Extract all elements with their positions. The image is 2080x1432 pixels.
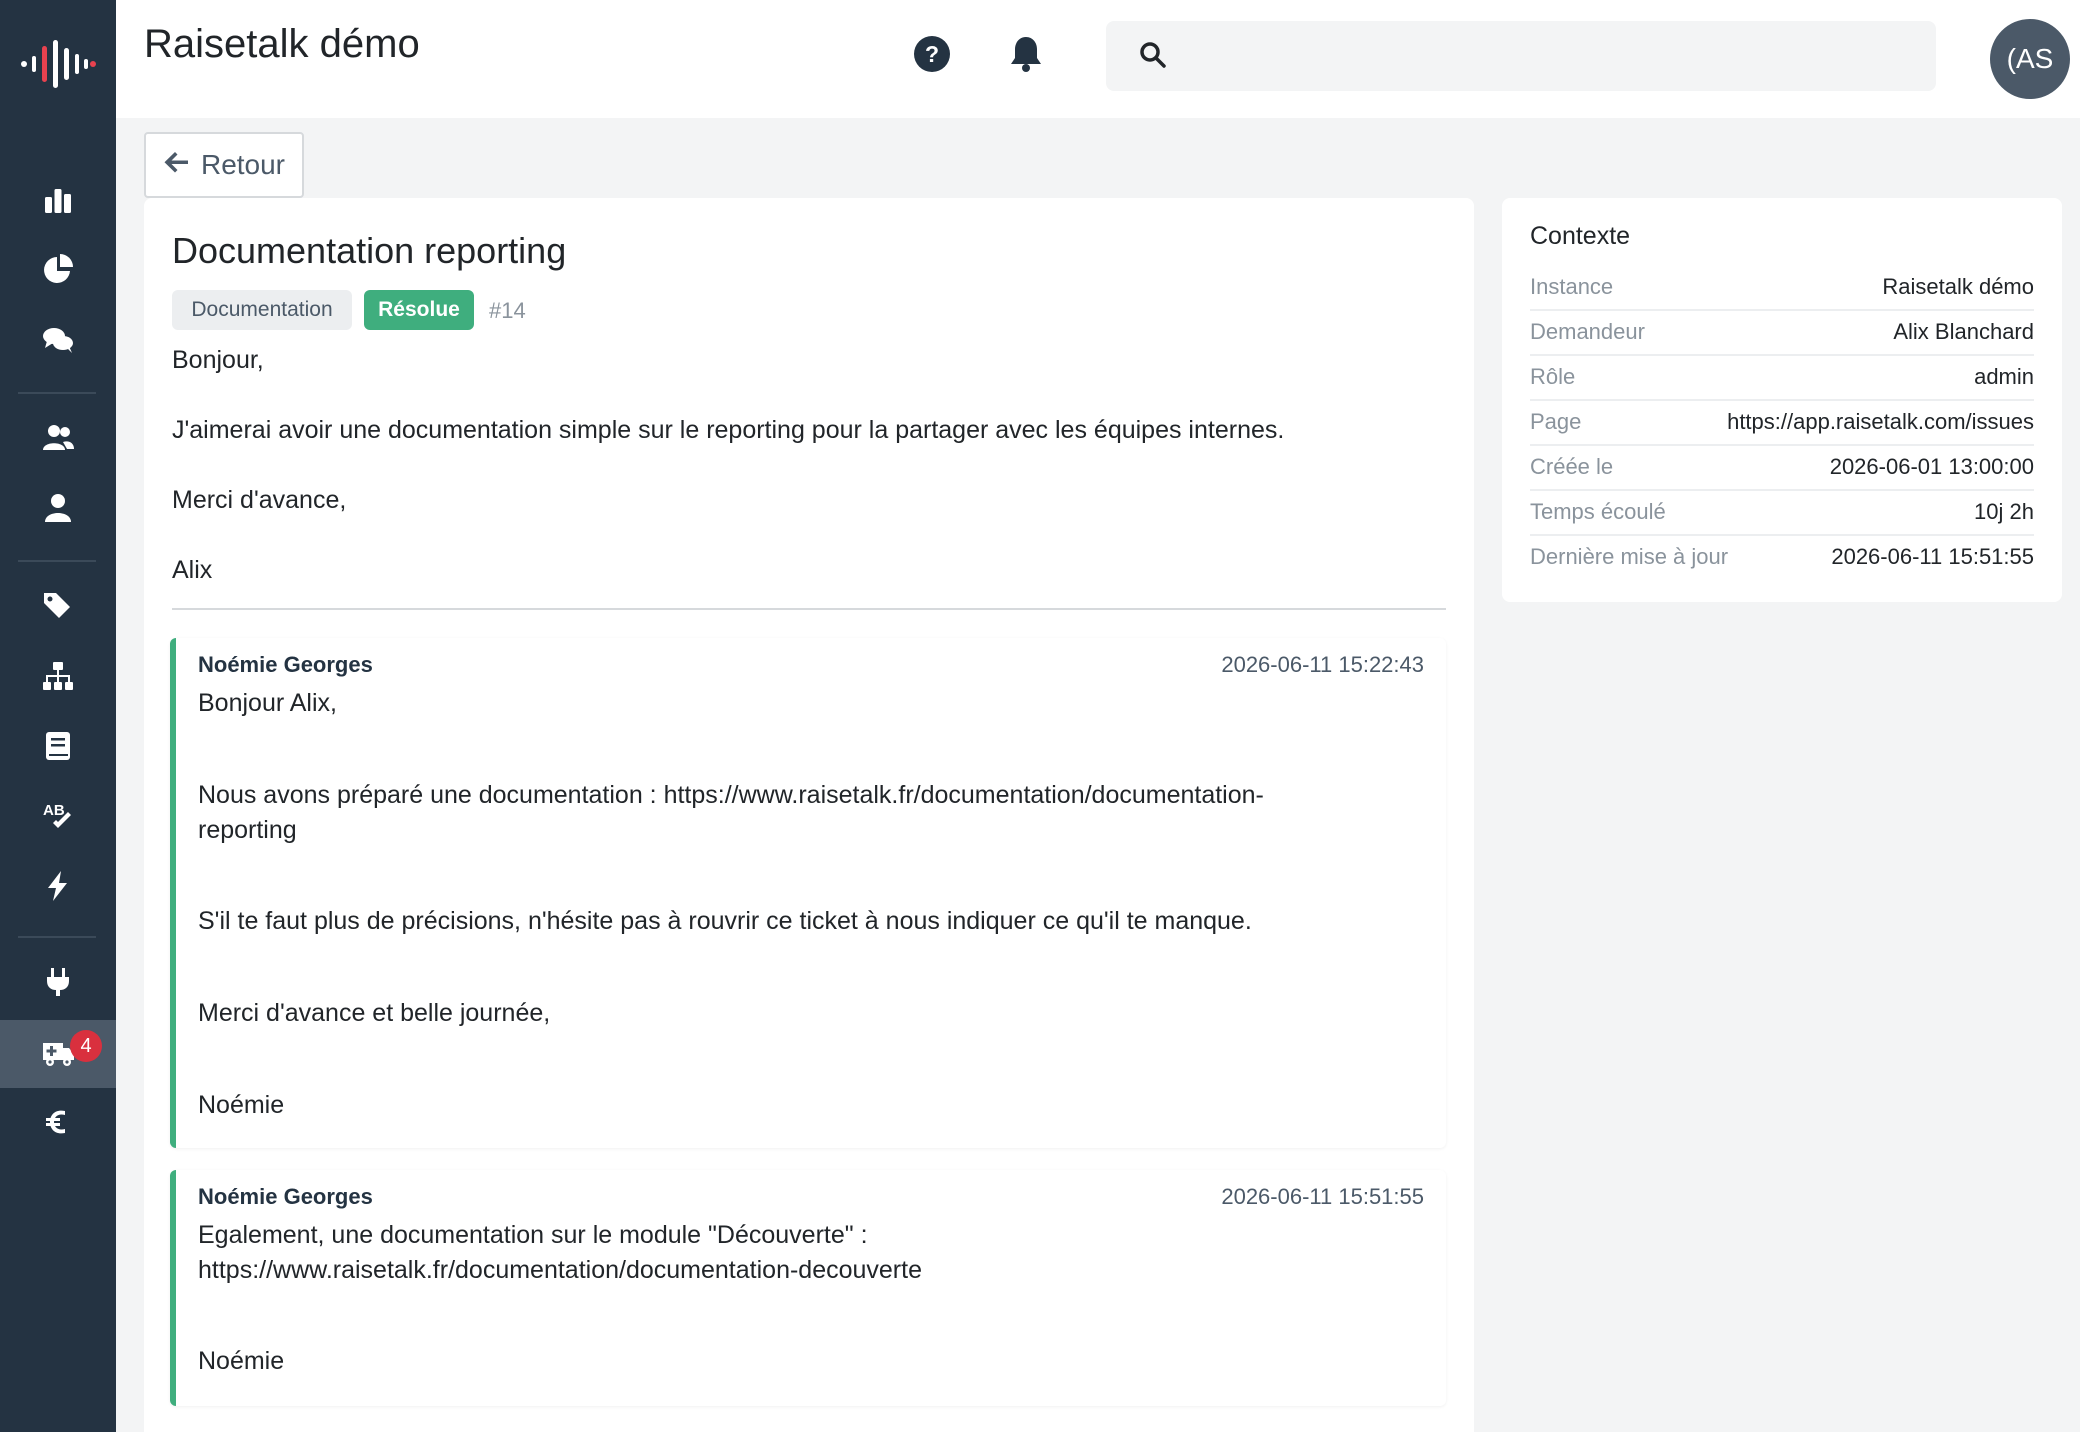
sidebar-item-knowledge[interactable]	[0, 714, 116, 782]
context-row-page: Page https://app.raisetalk.com/issues	[1530, 401, 2034, 446]
search-icon	[1138, 40, 1168, 70]
comments-icon	[41, 323, 75, 362]
reply-line: Noémie	[198, 1091, 285, 1119]
category-tag: Documentation	[172, 290, 352, 330]
reply-message: Noémie Georges 2026-06-11 15:51:55 Egale…	[170, 1170, 1446, 1406]
reply-author: Noémie Georges	[198, 652, 373, 677]
context-value: 2026-06-11 15:51:55	[1831, 544, 2034, 569]
context-value: 2026-06-01 13:00:00	[1829, 454, 2034, 479]
raisetalk-logo-icon[interactable]	[0, 30, 116, 98]
context-value: admin	[1974, 364, 2034, 389]
context-label: Rôle	[1530, 364, 1576, 389]
divider	[172, 608, 1446, 610]
context-value: 10j 2h	[1974, 499, 2034, 524]
issue-body-line: J'aimerai avoir une documentation simple…	[172, 416, 1285, 444]
issue-number: #14	[489, 298, 526, 323]
context-value: Alix Blanchard	[1893, 319, 2034, 344]
search-input[interactable]	[1178, 30, 1918, 80]
spell-check-icon: AB	[41, 799, 75, 838]
context-row-elapsed: Temps écoulé 10j 2h	[1530, 491, 2034, 536]
sidebar-item-analytics[interactable]	[0, 238, 116, 306]
pie-chart-icon	[41, 253, 75, 292]
reply-line: reporting	[198, 816, 297, 844]
sidebar-item-spellcheck[interactable]: AB	[0, 784, 116, 852]
context-panel: Contexte Instance Raisetalk démo Demande…	[1502, 198, 2062, 602]
reply-line: Merci d'avance et belle journée,	[198, 999, 551, 1027]
plug-icon	[41, 965, 75, 1004]
context-value: https://app.raisetalk.com/issues	[1727, 409, 2034, 434]
status-badge: Résolue	[364, 290, 474, 330]
avatar[interactable]: (AS	[1990, 19, 2070, 99]
reply-line: Bonjour Alix,	[198, 689, 337, 717]
top-header: Raisetalk démo ? (AS	[116, 0, 2080, 118]
issue-body-line: Bonjour,	[172, 346, 264, 374]
sitemap-icon	[41, 659, 75, 698]
reply-line: Noémie	[198, 1347, 285, 1375]
sidebar-item-integrations[interactable]	[0, 950, 116, 1018]
sidebar-divider	[18, 560, 96, 562]
context-label: Dernière mise à jour	[1530, 544, 1729, 569]
issue-body-line: Merci d'avance,	[172, 486, 347, 514]
bolt-icon	[41, 869, 75, 908]
context-label: Instance	[1530, 274, 1614, 299]
bar-chart-icon	[41, 183, 75, 222]
issue-body-line: Alix	[172, 556, 213, 584]
sidebar-item-automations[interactable]	[0, 854, 116, 922]
context-row-instance: Instance Raisetalk démo	[1530, 266, 2034, 311]
sidebar-divider	[18, 936, 96, 938]
reply-date: 2026-06-11 15:22:43	[1221, 652, 1424, 677]
context-value: Raisetalk démo	[1882, 274, 2034, 299]
context-title: Contexte	[1530, 222, 1631, 250]
sidebar-item-conversations[interactable]	[0, 308, 116, 376]
book-icon	[41, 729, 75, 768]
reply-line: Nous avons préparé une documentation : h…	[198, 781, 1264, 809]
context-label: Temps écoulé	[1530, 499, 1666, 524]
context-label: Demandeur	[1530, 319, 1645, 344]
reply-line: Egalement, une documentation sur le modu…	[198, 1221, 868, 1249]
sidebar-item-support[interactable]: 4	[0, 1020, 116, 1088]
sidebar-item-teams[interactable]	[0, 406, 116, 474]
back-button-label: Retour	[200, 149, 286, 180]
reply-line: https://www.raisetalk.fr/documentation/d…	[198, 1256, 922, 1284]
sidebar-item-dashboard[interactable]	[0, 168, 116, 236]
context-row-role: Rôle admin	[1530, 356, 2034, 401]
reply-line: S'il te faut plus de précisions, n'hésit…	[198, 907, 1252, 935]
reply-author: Noémie Georges	[198, 1184, 373, 1209]
issue-card: Documentation reporting Documentation Ré…	[144, 198, 1474, 1432]
context-row-created: Créée le 2026-06-01 13:00:00	[1530, 446, 2034, 491]
reply-date: 2026-06-11 15:51:55	[1221, 1184, 1424, 1209]
sidebar-item-billing[interactable]	[0, 1090, 116, 1158]
euro-icon	[41, 1105, 75, 1144]
users-icon	[41, 421, 75, 460]
svg-text:?: ?	[925, 41, 939, 67]
context-label: Créée le	[1530, 454, 1614, 479]
sidebar-item-structure[interactable]	[0, 644, 116, 712]
tags-icon	[41, 589, 75, 628]
sidebar-item-tags[interactable]	[0, 574, 116, 642]
context-row-updated: Dernière mise à jour 2026-06-11 15:51:55	[1530, 536, 2034, 581]
sidebar: AB 4	[0, 0, 116, 1432]
reply-message: Noémie Georges 2026-06-11 15:22:43 Bonjo…	[170, 638, 1446, 1148]
sidebar-divider	[18, 392, 96, 394]
issue-title: Documentation reporting	[172, 230, 567, 271]
notification-badge: 4	[70, 1030, 102, 1062]
back-button[interactable]: Retour	[144, 132, 304, 198]
svg-text:AB: AB	[43, 802, 65, 819]
arrow-left-icon	[163, 148, 191, 183]
bell-icon[interactable]	[1006, 34, 1046, 74]
context-label: Page	[1530, 409, 1582, 434]
context-row-requester: Demandeur Alix Blanchard	[1530, 311, 2034, 356]
help-icon[interactable]: ?	[912, 34, 952, 74]
sidebar-item-users[interactable]	[0, 476, 116, 544]
user-icon	[41, 491, 75, 530]
app-title: Raisetalk démo	[144, 22, 420, 66]
